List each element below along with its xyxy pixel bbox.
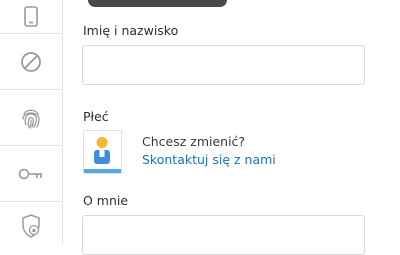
about-label: O mnie	[83, 193, 129, 208]
person-icon	[84, 137, 121, 173]
top-pill-button[interactable]	[88, 0, 227, 7]
phone-icon	[24, 5, 38, 27]
name-input[interactable]	[82, 45, 365, 85]
fingerprint-icon	[22, 109, 40, 129]
sidebar-item-block[interactable]	[0, 34, 62, 90]
sidebar-item-fingerprint[interactable]	[0, 90, 62, 146]
contact-us-link[interactable]: Skontaktuj się z nami	[142, 152, 276, 167]
sidebar-item-shield[interactable]	[0, 202, 62, 250]
shield-lock-icon	[22, 214, 40, 238]
name-label: Imię i nazwisko	[83, 23, 179, 38]
sidebar	[0, 0, 63, 245]
about-textarea[interactable]	[82, 215, 365, 255]
gender-label: Płeć	[83, 109, 109, 124]
sidebar-item-key[interactable]	[0, 146, 62, 202]
avatar	[83, 130, 122, 174]
gender-change-question: Chcesz zmienić?	[142, 134, 246, 149]
block-icon	[21, 51, 41, 72]
key-icon	[18, 168, 42, 179]
sidebar-item-phone[interactable]	[0, 0, 62, 34]
